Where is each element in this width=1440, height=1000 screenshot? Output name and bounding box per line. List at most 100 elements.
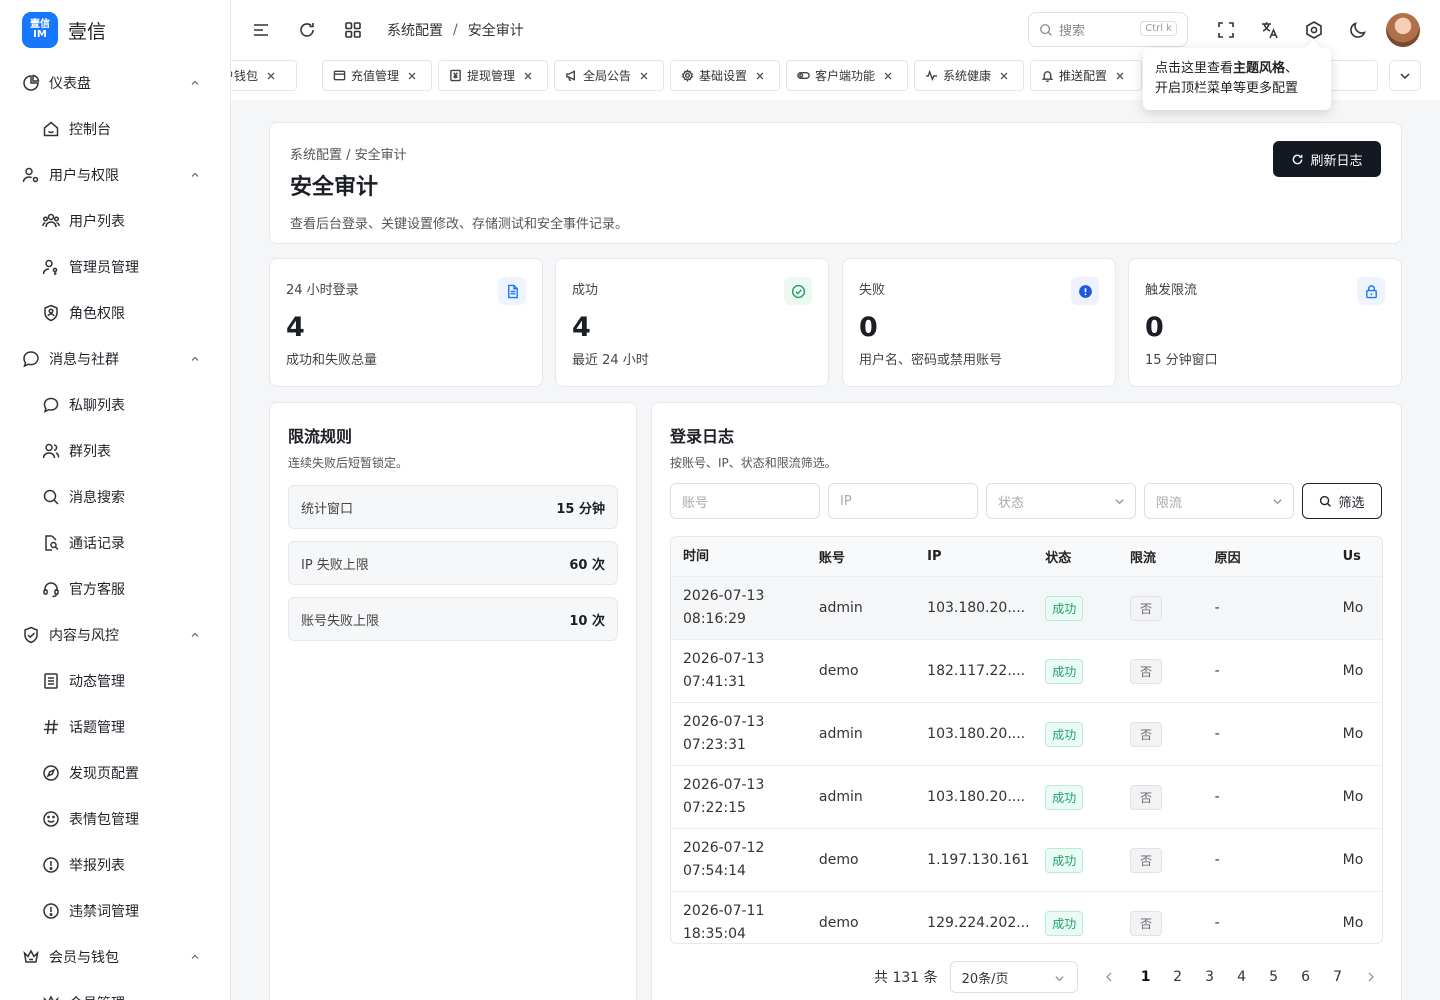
close-icon[interactable] <box>639 71 649 81</box>
sidebar-item-1-2[interactable]: 角色权限 <box>0 290 230 336</box>
breadcrumb-item-parent[interactable]: 系统配置 <box>387 20 443 40</box>
page-number[interactable]: 1 <box>1130 969 1162 985</box>
page-number[interactable]: 6 <box>1290 969 1322 985</box>
ip-filter-input[interactable]: IP <box>828 483 978 519</box>
home-icon <box>42 120 60 138</box>
sidebar-item-1-1[interactable]: 管理员管理 <box>0 244 230 290</box>
sidebar-group-label: 内容与风控 <box>49 628 119 644</box>
settings-hexagon-icon[interactable] <box>1304 20 1324 40</box>
sidebar-item-2-4[interactable]: 官方客服 <box>0 566 230 612</box>
tab-5[interactable]: 客户端功能 <box>786 60 908 91</box>
global-search[interactable]: 搜索 Ctrl k <box>1028 12 1188 47</box>
page-size-select[interactable]: 20条/页 <box>949 961 1078 993</box>
account-filter-placeholder: 账号 <box>682 495 709 511</box>
rule-value: 10 次 <box>569 613 605 629</box>
sidebar-item-1-0[interactable]: 用户列表 <box>0 198 230 244</box>
translate-icon[interactable] <box>1260 20 1280 40</box>
tab-7[interactable]: 推送配置 <box>1030 60 1142 91</box>
tab-0[interactable]: 户钱包 <box>231 60 297 91</box>
limit-filter-select[interactable]: 限流 <box>1144 483 1294 519</box>
tabs-more-button[interactable] <box>1389 60 1421 91</box>
fullscreen-icon[interactable] <box>1216 20 1236 40</box>
prev-page-icon[interactable] <box>1102 970 1116 984</box>
tab-3[interactable]: 全局公告 <box>554 60 664 91</box>
sidebar-item-label: 群列表 <box>69 444 111 460</box>
sidebar-item-2-0[interactable]: 私聊列表 <box>0 382 230 428</box>
close-icon[interactable] <box>999 71 1009 81</box>
pagination: 共 131 条 20条/页 1234567 <box>874 961 1378 993</box>
account-filter-input[interactable]: 账号 <box>670 483 820 519</box>
status-badge: 成功 <box>1045 847 1084 873</box>
sidebar-group-3[interactable]: 内容与风控 <box>0 612 230 658</box>
reload-icon[interactable] <box>297 20 317 40</box>
menu-toggle-icon[interactable] <box>251 20 271 40</box>
tooltip-text: 点击这里查看 <box>1155 61 1234 76</box>
page-number[interactable]: 4 <box>1226 969 1258 985</box>
pagination-total: 共 131 条 <box>874 970 938 986</box>
sidebar-group-1[interactable]: 用户与权限 <box>0 152 230 198</box>
sidebar-item-2-1[interactable]: 群列表 <box>0 428 230 474</box>
login-log-card: 登录日志 按账号、IP、状态和限流筛选。 账号 IP 状态 限流 筛选 时间 账号… <box>651 402 1402 1000</box>
table-row[interactable]: 2026-07-13 07:22:15 admin 103.180.20.... … <box>671 766 1382 829</box>
sidebar-item-2-3[interactable]: 通话记录 <box>0 520 230 566</box>
table-row[interactable]: 2026-07-13 08:16:29 admin 103.180.20.... … <box>671 577 1382 640</box>
cell-reason: - <box>1214 663 1220 679</box>
page-number[interactable]: 2 <box>1162 969 1194 985</box>
cell-clock: 18:35:04 <box>683 926 746 942</box>
tab-1[interactable]: 充值管理 <box>322 60 432 91</box>
table-row[interactable]: 2026-07-13 07:23:31 admin 103.180.20.... … <box>671 703 1382 766</box>
sidebar-group-4[interactable]: 会员与钱包 <box>0 934 230 980</box>
check-circle-icon <box>784 277 812 305</box>
close-icon[interactable] <box>883 71 893 81</box>
sidebar-item-3-2[interactable]: 发现页配置 <box>0 750 230 796</box>
cell-limited: 否 <box>1129 595 1215 621</box>
table-row[interactable]: 2026-07-12 07:54:14 demo 1.197.130.161 成功… <box>671 829 1382 892</box>
close-icon[interactable] <box>266 71 276 81</box>
cell-user-agent: Mo <box>1342 915 1364 931</box>
sidebar-item-3-1[interactable]: 话题管理 <box>0 704 230 750</box>
cell-ip: 182.117.22.... <box>927 663 1026 679</box>
sidebar-group-2[interactable]: 消息与社群 <box>0 336 230 382</box>
cell-user-agent: Mo <box>1342 600 1364 616</box>
wallet-icon <box>333 69 346 82</box>
sidebar-item-4-0[interactable]: 会员管理 <box>0 980 230 1000</box>
close-icon[interactable] <box>523 71 533 81</box>
tab-6[interactable]: 系统健康 <box>914 60 1024 91</box>
rule-value: 15 分钟 <box>556 501 605 517</box>
apps-grid-icon[interactable] <box>343 20 363 40</box>
sidebar-item-0-0[interactable]: 控制台 <box>0 106 230 152</box>
limited-badge: 否 <box>1129 658 1162 684</box>
close-icon[interactable] <box>1115 71 1125 81</box>
page-number[interactable]: 3 <box>1194 969 1226 985</box>
rate-limit-rules: 统计窗口 15 分钟 IP 失败上限 60 次账号失败上限 10 次 <box>288 485 618 641</box>
close-icon[interactable] <box>407 71 417 81</box>
tab-4[interactable]: 基础设置 <box>670 60 780 91</box>
filter-button[interactable]: 筛选 <box>1302 483 1382 519</box>
close-icon[interactable] <box>755 71 765 81</box>
sidebar-group-0[interactable]: 仪表盘 <box>0 60 230 106</box>
sidebar-item-label: 消息搜索 <box>69 490 125 506</box>
status-filter-select[interactable]: 状态 <box>986 483 1136 519</box>
sidebar-item-3-3[interactable]: 表情包管理 <box>0 796 230 842</box>
page-number[interactable]: 5 <box>1258 969 1290 985</box>
cell-status: 成功 <box>1045 847 1130 873</box>
rule-label: 统计窗口 <box>301 501 354 517</box>
cell-status: 成功 <box>1045 595 1130 621</box>
rate-limit-subtitle: 连续失败后短暂锁定。 <box>288 456 409 470</box>
table-row[interactable]: 2026-07-11 18:35:04 demo 129.224.202... 成… <box>671 892 1382 943</box>
refresh-logs-button[interactable]: 刷新日志 <box>1273 141 1381 177</box>
sidebar-item-3-0[interactable]: 动态管理 <box>0 658 230 704</box>
user-avatar[interactable] <box>1386 13 1420 47</box>
status-badge: 成功 <box>1045 721 1084 747</box>
tab-2[interactable]: 提现管理 <box>438 60 548 91</box>
app-logo[interactable]: 壹信 IM 壹信 <box>0 0 230 60</box>
next-page-icon[interactable] <box>1364 970 1378 984</box>
table-row[interactable]: 2026-07-13 07:41:31 demo 182.117.22.... 成… <box>671 640 1382 703</box>
sidebar-item-3-4[interactable]: 举报列表 <box>0 842 230 888</box>
cell-date: 2026-07-12 <box>683 840 765 856</box>
sidebar-item-3-5[interactable]: 违禁词管理 <box>0 888 230 934</box>
dark-mode-moon-icon[interactable] <box>1348 20 1368 40</box>
column-header: 状态 <box>1045 551 1072 566</box>
sidebar-item-2-2[interactable]: 消息搜索 <box>0 474 230 520</box>
page-number[interactable]: 7 <box>1322 969 1354 985</box>
